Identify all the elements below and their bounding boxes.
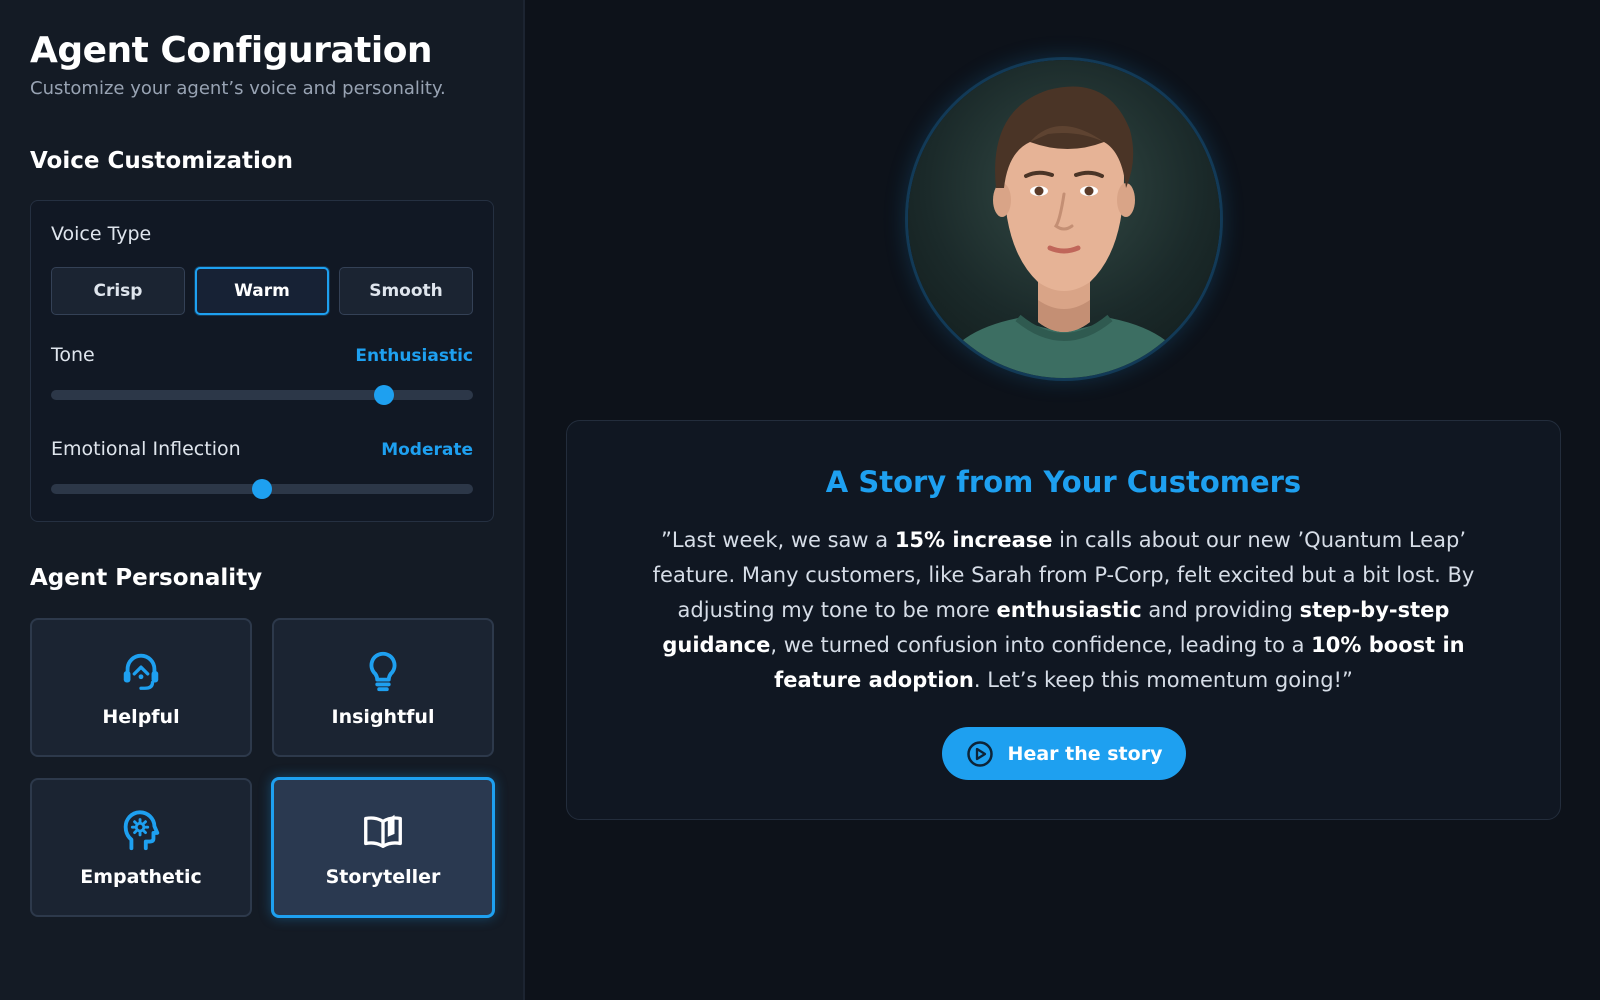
play-circle-icon (966, 740, 993, 767)
story-text: ”Last week, we saw a (661, 528, 895, 552)
inflection-value: Moderate (381, 440, 473, 460)
personality-storyteller-label: Storyteller (325, 865, 441, 888)
tone-value: Enthusiastic (355, 346, 473, 366)
story-title: A Story from Your Customers (825, 465, 1302, 499)
tone-label: Tone (51, 344, 95, 366)
voice-type-label: Voice Type (51, 223, 152, 245)
headset-icon (123, 653, 159, 690)
personality-section-title: Agent Personality (30, 565, 263, 591)
story-highlight: 15% increase (894, 528, 1053, 552)
personality-helpful-label: Helpful (102, 705, 180, 728)
tone-slider[interactable] (51, 385, 473, 405)
voice-crisp-button[interactable]: Crisp (51, 267, 185, 315)
voice-smooth-button[interactable]: Smooth (339, 267, 473, 315)
story-card: A Story from Your Customers ”Last week, … (566, 420, 1561, 820)
page-title: Agent Configuration (30, 30, 433, 71)
inflection-slider[interactable] (51, 479, 473, 499)
story-text: , we turned confusion into confidence, l… (770, 633, 1312, 657)
hear-story-button[interactable]: Hear the story (942, 727, 1186, 780)
story-text: and providing (1141, 598, 1300, 622)
story-text: . Let’s keep this momentum going!” (973, 668, 1353, 692)
inflection-label: Emotional Inflection (51, 438, 241, 460)
story-highlight: enthusiastic (996, 598, 1142, 622)
voice-warm-button[interactable]: Warm (195, 267, 329, 315)
voice-section-title: Voice Customization (30, 148, 294, 174)
hear-story-label: Hear the story (1007, 742, 1163, 765)
personality-insightful-card[interactable]: Insightful (272, 618, 494, 757)
inflection-slider-thumb[interactable] (252, 479, 272, 499)
personality-storyteller-card[interactable]: Storyteller (271, 777, 495, 918)
open-book-icon (364, 814, 402, 848)
voice-customization-card: Voice Type Crisp Warm Smooth Tone Enthus… (30, 200, 494, 522)
tone-slider-thumb[interactable] (374, 385, 395, 405)
personality-empathetic-label: Empathetic (80, 865, 202, 888)
personality-helpful-card[interactable]: Helpful (30, 618, 252, 757)
sidebar: Agent Configuration Customize your agent… (0, 0, 525, 1000)
lightbulb-icon (369, 651, 397, 691)
head-gear-icon (123, 809, 160, 850)
story-body: ”Last week, we saw a 15% increase in cal… (647, 523, 1480, 698)
agent-avatar (908, 60, 1220, 378)
page-subtitle: Customize your agent’s voice and persona… (30, 78, 446, 99)
personality-insightful-label: Insightful (331, 705, 435, 728)
personality-empathetic-card[interactable]: Empathetic (30, 778, 252, 917)
avatar-portrait (938, 86, 1190, 378)
